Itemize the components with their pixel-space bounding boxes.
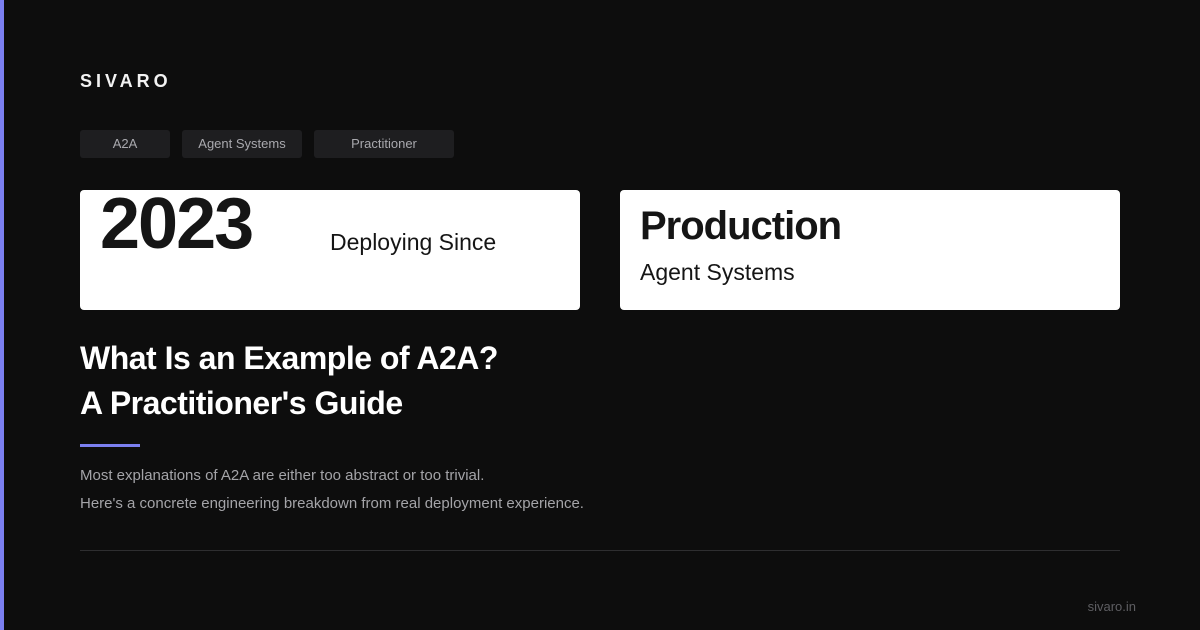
footer-domain: sivaro.in (1087, 599, 1136, 614)
page-title: What Is an Example of A2A? A Practitione… (80, 336, 498, 426)
tag-list: A2A Agent Systems Practitioner (80, 130, 454, 158)
stat-year: 2023 (100, 190, 254, 264)
stat-caption: Deploying Since (330, 229, 497, 255)
brand-logo: SIVARO (80, 71, 172, 91)
description-line-2: Here's a concrete engineering breakdown … (80, 495, 584, 512)
tag-a2a: A2A (80, 130, 170, 158)
description-line-1: Most explanations of A2A are either too … (80, 467, 485, 484)
title-line-1: What Is an Example of A2A? (80, 340, 498, 376)
stat-card-deploying-since: 2023 Deploying Since (80, 190, 580, 310)
stat-card-production: Production Agent Systems (620, 190, 1120, 310)
description: Most explanations of A2A are either too … (80, 462, 584, 518)
tag-agent-systems: Agent Systems (182, 130, 302, 158)
stat-caption: Agent Systems (640, 259, 795, 285)
title-line-2: A Practitioner's Guide (80, 385, 403, 421)
title-underline (80, 444, 140, 447)
tag-practitioner: Practitioner (314, 130, 454, 158)
stat-heading: Production (640, 204, 842, 248)
left-accent-bar (0, 0, 4, 630)
footer-divider (80, 550, 1120, 551)
